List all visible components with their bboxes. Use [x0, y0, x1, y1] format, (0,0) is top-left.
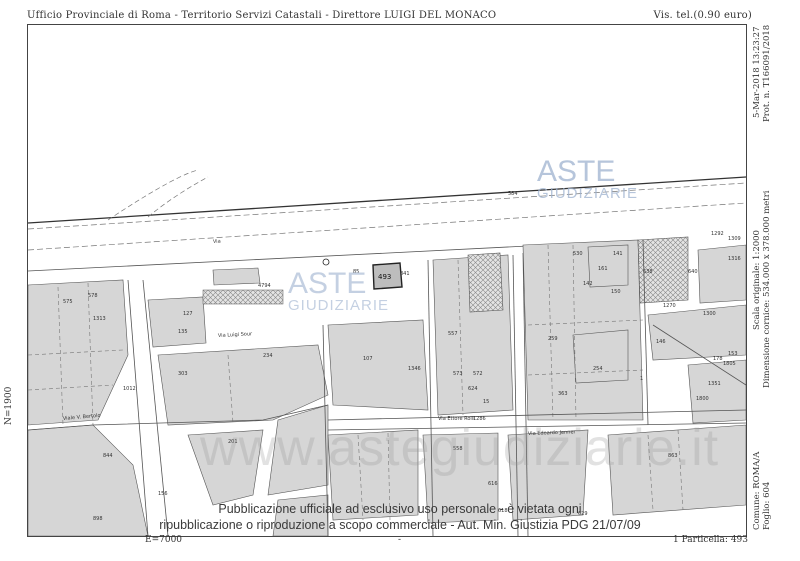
parcel-label: 1012 — [123, 386, 136, 392]
scale-label: Scala originale: 1:2000 — [752, 230, 762, 330]
parcel-label: 557 — [448, 331, 458, 337]
parcel-label: 530 — [573, 251, 583, 257]
parcel-label: 1316 — [728, 256, 741, 262]
road-edge — [28, 182, 746, 230]
datetime-label: 5-Mar-2018 13:23:27 — [752, 26, 762, 119]
parcel-label: 150 — [611, 289, 621, 295]
parcel-label: 259 — [548, 336, 558, 342]
protocol-label: Prot. n. T166091/2018 — [762, 24, 772, 122]
parcel-label: 572 — [473, 371, 483, 377]
parcel-label: 1300 — [703, 311, 716, 317]
parcel-label: 141 — [613, 251, 623, 257]
parcel-label: 638 — [643, 269, 653, 275]
hatched-strip — [202, 289, 284, 305]
parcel-label: 15 — [483, 399, 489, 405]
parcel-label: 107 — [363, 356, 373, 362]
parcel-label: 1270 — [663, 303, 676, 309]
parcel-label: 1346 — [408, 366, 421, 372]
particella-label: 1 Particella: 493 — [673, 535, 748, 545]
notice-line-2: ripubblicazione o riproduzione a scopo c… — [159, 518, 641, 532]
parcel-label: 1309 — [728, 236, 741, 242]
parcel-label: 640 — [688, 269, 698, 275]
parcel-label: 142 — [583, 281, 593, 287]
parcel-label: 127 — [183, 311, 193, 317]
parcel-label: 135 — [178, 329, 188, 335]
parcel-label: 178 — [713, 356, 723, 362]
reference-marker — [322, 258, 330, 266]
parcel-label: 363 — [558, 391, 568, 397]
parcel-label: 1292 — [711, 231, 724, 237]
parcel-label: 1805 — [723, 361, 736, 367]
site-watermark: www.astegiudiziarie.it — [200, 419, 720, 477]
parcel-label: 1800 — [696, 396, 709, 402]
header-visura-cost: Vis. tel.(0.90 euro) — [653, 10, 752, 21]
parcel-label: 234 — [263, 353, 273, 359]
mid-tick: - — [398, 535, 402, 545]
parcel-label: 146 — [656, 339, 666, 345]
parcel-label: 584 — [508, 191, 518, 197]
parcel-label: 153 — [728, 351, 738, 357]
north-coordinate: N=1900 — [4, 386, 14, 425]
parcel-label: 578 — [88, 293, 98, 299]
street-name: Via — [213, 239, 221, 245]
parcel-label: 575 — [63, 299, 73, 305]
parcel-label: 303 — [178, 371, 188, 377]
parcel-label: 1313 — [93, 316, 106, 322]
parcel-label: 1351 — [708, 381, 721, 387]
notice-line-1: Pubblicazione ufficiale ad esclusivo uso… — [218, 502, 582, 516]
parcel-label: 254 — [593, 366, 603, 372]
railway-line — [28, 176, 746, 224]
parcel-label: 616 — [488, 481, 498, 487]
parcel-label: 573 — [453, 371, 463, 377]
parcel-label: 844 — [103, 453, 113, 459]
aste-watermark-top: ASTE GIUDIZIARIE — [537, 155, 639, 202]
aste-watermark-mid: ASTE GIUDIZIARIE — [288, 267, 390, 314]
parcel-label: 624 — [468, 386, 478, 392]
parcel-label: 1 — [640, 376, 643, 382]
parcel-label: 841 — [400, 271, 410, 277]
parcel-label: 161 — [598, 266, 608, 272]
street-name: Via Luigi Sour — [218, 331, 253, 339]
parcel-label: 156 — [158, 491, 168, 497]
frame-size-label: Dimensione cornice: 534.000 x 378.000 me… — [762, 190, 772, 388]
east-coordinate: E=7000 — [145, 535, 183, 545]
parcel-label: 4794 — [258, 283, 271, 289]
header-office: Ufficio Provinciale di Roma - Territorio… — [27, 10, 497, 21]
road-edge — [147, 176, 209, 218]
